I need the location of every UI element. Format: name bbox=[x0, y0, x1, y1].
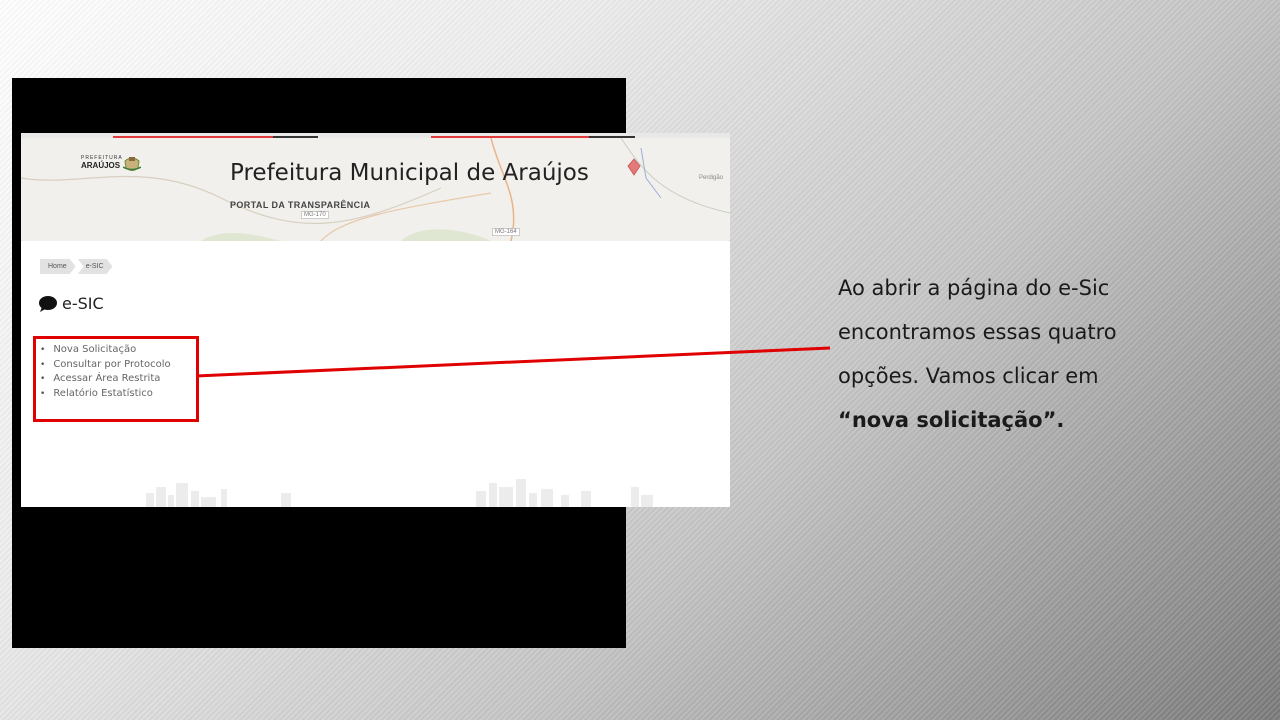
breadcrumb: Home e-SIC bbox=[40, 259, 115, 274]
caption-highlight: nova solicitação bbox=[851, 408, 1043, 432]
crest-icon bbox=[123, 157, 141, 171]
page-title-text: e-SIC bbox=[62, 294, 104, 313]
quote-open: “ bbox=[838, 408, 852, 432]
website-screenshot: PREFEITURA ARAÚJOS Prefeitura Municipal … bbox=[21, 133, 730, 507]
site-subtitle: PORTAL DA TRANSPARÊNCIA bbox=[230, 200, 371, 210]
logo-big-text: ARAÚJOS bbox=[81, 161, 121, 170]
caption-line: Ao abrir a página do e-Sic bbox=[838, 276, 1110, 300]
breadcrumb-home[interactable]: Home bbox=[40, 259, 76, 274]
page-title: e-SIC bbox=[38, 294, 104, 313]
place-label: Perdigão bbox=[699, 175, 724, 181]
municipality-logo[interactable]: PREFEITURA ARAÚJOS bbox=[81, 153, 145, 175]
caption-line: “nova solicitação”. bbox=[838, 398, 1258, 442]
caption-line: encontramos essas quatro bbox=[838, 320, 1117, 344]
site-title: Prefeitura Municipal de Araújos bbox=[230, 160, 589, 186]
quote-close: ”. bbox=[1042, 408, 1065, 432]
breadcrumb-esic[interactable]: e-SIC bbox=[78, 259, 113, 274]
speech-bubble-icon bbox=[39, 295, 57, 312]
road-label: MG-170 bbox=[301, 211, 329, 219]
slide-caption: Ao abrir a página do e-Sic encontramos e… bbox=[838, 266, 1258, 442]
city-skyline bbox=[146, 479, 653, 507]
map-pin-icon bbox=[627, 158, 641, 176]
highlight-box bbox=[33, 336, 199, 422]
road-label: MG-164 bbox=[492, 228, 520, 236]
site-header: PREFEITURA ARAÚJOS Prefeitura Municipal … bbox=[21, 138, 730, 241]
caption-line: opções. Vamos clicar em bbox=[838, 364, 1099, 388]
